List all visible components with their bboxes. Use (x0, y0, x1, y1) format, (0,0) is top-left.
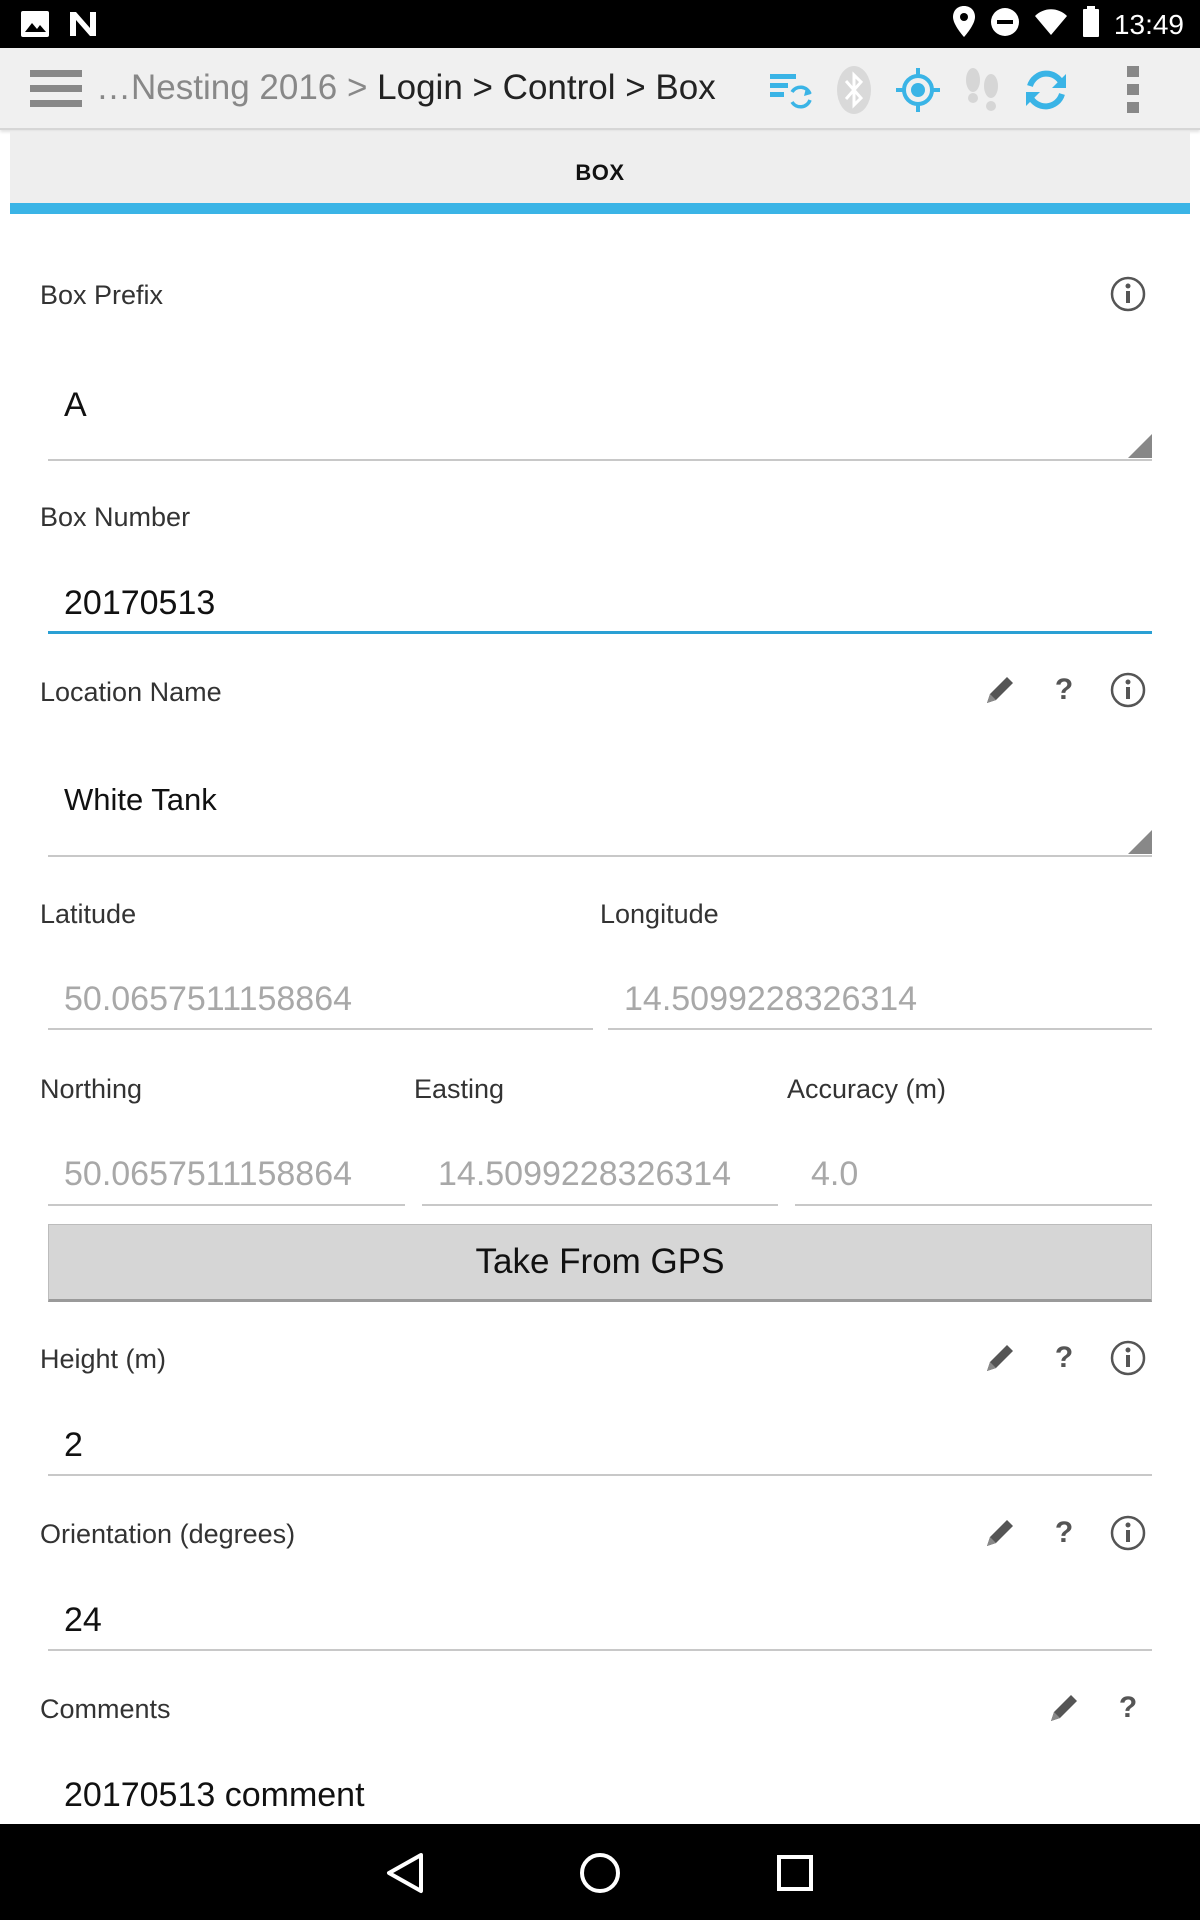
northing-label: Northing (40, 1074, 143, 1104)
breadcrumb-parent[interactable]: …Nesting 2016 > (96, 68, 367, 107)
help-icon[interactable]: ? (1044, 1338, 1084, 1378)
breadcrumb-path[interactable]: Login > Control > Box (367, 68, 716, 107)
dropdown-corner-icon (1128, 830, 1152, 854)
bluetooth-icon[interactable] (822, 62, 886, 118)
latitude-field: 50.0657511158864 (64, 980, 353, 1018)
home-icon[interactable] (575, 1848, 625, 1898)
battery-icon (1082, 6, 1100, 43)
help-icon[interactable]: ? (1108, 1688, 1148, 1728)
navigation-bar (0, 1824, 1200, 1920)
orientation-input[interactable]: 24 (64, 1601, 102, 1640)
accuracy-label: Accuracy (m) (787, 1074, 947, 1104)
info-icon[interactable] (1108, 1338, 1148, 1378)
box-number-underline (48, 631, 1152, 634)
pencil-icon[interactable] (980, 670, 1020, 710)
info-icon[interactable] (1108, 670, 1148, 710)
tab-box[interactable]: BOX (10, 132, 1190, 214)
northing-underline (48, 1204, 405, 1206)
height-input[interactable]: 2 (64, 1426, 83, 1465)
menu-icon[interactable] (30, 70, 82, 110)
location-name-label: Location Name (40, 677, 222, 707)
overflow-menu-icon[interactable] (1078, 62, 1188, 118)
help-icon[interactable]: ? (1044, 670, 1084, 710)
easting-label: Easting (414, 1074, 505, 1104)
info-icon[interactable] (1108, 1513, 1148, 1553)
longitude-field: 14.5099228326314 (624, 980, 918, 1018)
longitude-label: Longitude (600, 899, 719, 929)
sync-list-icon[interactable] (758, 62, 822, 118)
height-underline (48, 1474, 1152, 1476)
latitude-underline (48, 1028, 593, 1030)
accuracy-field: 4.0 (811, 1155, 859, 1193)
latitude-label: Latitude (40, 899, 137, 929)
box-prefix-select[interactable]: A (64, 386, 87, 425)
status-time: 13:49 (1113, 8, 1184, 40)
pencil-icon[interactable] (980, 1513, 1020, 1553)
gps-target-icon[interactable] (886, 62, 950, 118)
tab-label: BOX (575, 160, 625, 185)
height-label: Height (m) (40, 1344, 167, 1374)
footsteps-icon[interactable] (950, 62, 1014, 118)
easting-field: 14.5099228326314 (438, 1155, 732, 1193)
location-name-select[interactable]: White Tank (64, 782, 217, 818)
location-pin-icon (952, 6, 976, 43)
info-icon[interactable] (1108, 274, 1148, 314)
back-icon[interactable] (380, 1848, 430, 1898)
box-form: Box Prefix A Box Number 20170513 Locatio… (10, 214, 1190, 1824)
refresh-icon[interactable] (1014, 62, 1078, 118)
orientation-underline (48, 1649, 1152, 1651)
longitude-underline (608, 1028, 1152, 1030)
help-icon[interactable]: ? (1044, 1513, 1084, 1553)
pencil-icon[interactable] (1044, 1688, 1084, 1728)
n-logo-icon (68, 10, 98, 43)
action-bar: …Nesting 2016 > Login > Control > Box (0, 48, 1200, 130)
box-prefix-label: Box Prefix (40, 280, 164, 310)
box-number-label: Box Number (40, 502, 191, 532)
tab-indicator (10, 203, 1190, 214)
easting-underline (422, 1204, 778, 1206)
take-from-gps-button[interactable]: Take From GPS (48, 1224, 1152, 1302)
accuracy-underline (795, 1204, 1152, 1206)
image-icon (20, 10, 50, 43)
breadcrumb[interactable]: …Nesting 2016 > Login > Control > Box (96, 68, 716, 108)
box-number-input[interactable]: 20170513 (64, 584, 215, 623)
box-prefix-underline (48, 459, 1152, 461)
orientation-label: Orientation (degrees) (40, 1519, 296, 1549)
recents-icon[interactable] (770, 1848, 820, 1898)
northing-field: 50.0657511158864 (64, 1155, 353, 1193)
comments-label: Comments (40, 1694, 171, 1724)
comments-input[interactable]: 20170513 comment (64, 1776, 365, 1815)
wifi-icon (1034, 8, 1068, 41)
location-name-underline (48, 855, 1152, 857)
status-bar: 13:49 (0, 0, 1200, 48)
dropdown-corner-icon (1128, 434, 1152, 458)
pencil-icon[interactable] (980, 1338, 1020, 1378)
do-not-disturb-icon (990, 7, 1020, 42)
